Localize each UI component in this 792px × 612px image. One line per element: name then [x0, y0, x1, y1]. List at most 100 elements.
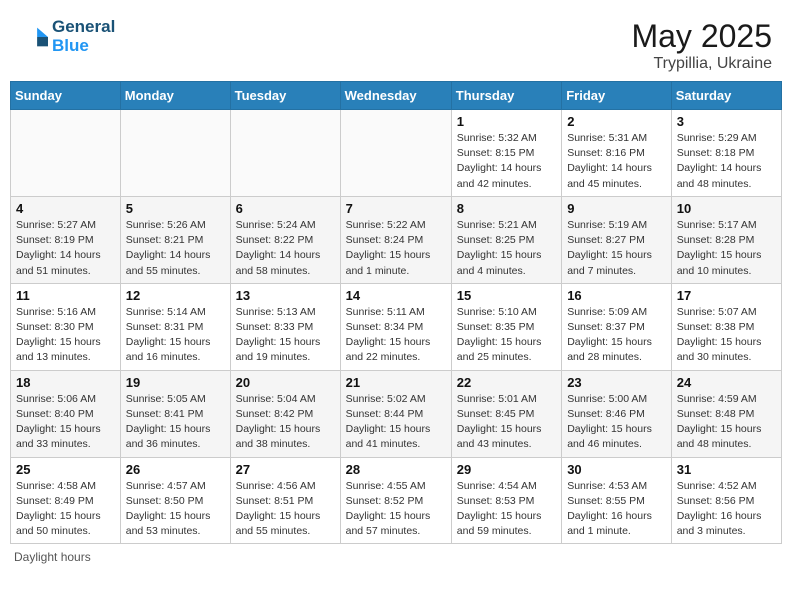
calendar-cell: 19 Sunrise: 5:05 AM Sunset: 8:41 PM Dayli… — [120, 370, 230, 457]
day-number: 29 — [457, 462, 556, 477]
calendar-cell: 20 Sunrise: 5:04 AM Sunset: 8:42 PM Dayli… — [230, 370, 340, 457]
day-info: Sunrise: 5:31 AM Sunset: 8:16 PM Dayligh… — [567, 131, 666, 192]
calendar-cell: 17Sunrise: 5:07 AM Sunset: 8:38 PM Dayli… — [671, 283, 781, 370]
day-info: Sunrise: 5:10 AM Sunset: 8:35 PM Dayligh… — [457, 305, 556, 366]
day-info: Sunrise: 5:14 AM Sunset: 8:31 PM Dayligh… — [126, 305, 225, 366]
day-info: Sunrise: 5:17 AM Sunset: 8:28 PM Dayligh… — [677, 218, 776, 279]
day-info: Sunrise: 5:19 AM Sunset: 8:27 PM Dayligh… — [567, 218, 666, 279]
day-info: Sunrise: 5:32 AM Sunset: 8:15 PM Dayligh… — [457, 131, 556, 192]
weekday-header-wednesday: Wednesday — [340, 82, 451, 110]
day-number: 1 — [457, 114, 556, 129]
calendar-week-1: 4 Sunrise: 5:27 AM Sunset: 8:19 PM Daylig… — [11, 196, 782, 283]
day-info: Sunrise: 4:57 AM Sunset: 8:50 PM Dayligh… — [126, 479, 225, 540]
location: Trypillia, Ukraine — [631, 55, 772, 73]
calendar-cell — [11, 110, 121, 197]
logo-text-general: General — [52, 18, 115, 37]
logo-icon — [20, 23, 48, 51]
day-number: 16 — [567, 288, 666, 303]
title-block: May 2025 Trypillia, Ukraine — [631, 18, 772, 73]
weekday-header-tuesday: Tuesday — [230, 82, 340, 110]
calendar-cell: 23 Sunrise: 5:00 AM Sunset: 8:46 PM Dayli… — [562, 370, 672, 457]
calendar-cell: 30Sunrise: 4:53 AM Sunset: 8:55 PM Dayli… — [562, 457, 672, 544]
calendar-cell: 13Sunrise: 5:13 AM Sunset: 8:33 PM Dayli… — [230, 283, 340, 370]
day-info: Sunrise: 5:24 AM Sunset: 8:22 PM Dayligh… — [236, 218, 335, 279]
logo: General Blue — [20, 18, 115, 55]
day-info: Sunrise: 5:22 AM Sunset: 8:24 PM Dayligh… — [346, 218, 446, 279]
day-info: Sunrise: 5:11 AM Sunset: 8:34 PM Dayligh… — [346, 305, 446, 366]
calendar-cell — [120, 110, 230, 197]
day-info: Sunrise: 5:29 AM Sunset: 8:18 PM Dayligh… — [677, 131, 776, 192]
calendar-cell: 27 Sunrise: 4:56 AM Sunset: 8:51 PM Dayli… — [230, 457, 340, 544]
day-info: Sunrise: 4:56 AM Sunset: 8:51 PM Dayligh… — [236, 479, 335, 540]
calendar-week-0: 1 Sunrise: 5:32 AM Sunset: 8:15 PM Daylig… — [11, 110, 782, 197]
day-number: 22 — [457, 375, 556, 390]
calendar-cell: 28Sunrise: 4:55 AM Sunset: 8:52 PM Dayli… — [340, 457, 451, 544]
day-number: 17 — [677, 288, 776, 303]
day-info: Sunrise: 5:27 AM Sunset: 8:19 PM Dayligh… — [16, 218, 115, 279]
day-number: 4 — [16, 201, 115, 216]
calendar-cell: 5Sunrise: 5:26 AM Sunset: 8:21 PM Daylig… — [120, 196, 230, 283]
day-info: Sunrise: 5:02 AM Sunset: 8:44 PM Dayligh… — [346, 392, 446, 453]
calendar-header-row: SundayMondayTuesdayWednesdayThursdayFrid… — [11, 82, 782, 110]
calendar-cell: 6 Sunrise: 5:24 AM Sunset: 8:22 PM Daylig… — [230, 196, 340, 283]
day-number: 14 — [346, 288, 446, 303]
day-info: Sunrise: 5:21 AM Sunset: 8:25 PM Dayligh… — [457, 218, 556, 279]
day-info: Sunrise: 5:06 AM Sunset: 8:40 PM Dayligh… — [16, 392, 115, 453]
page-header: General Blue May 2025 Trypillia, Ukraine — [10, 10, 782, 77]
calendar-cell: 31Sunrise: 4:52 AM Sunset: 8:56 PM Dayli… — [671, 457, 781, 544]
day-info: Sunrise: 5:04 AM Sunset: 8:42 PM Dayligh… — [236, 392, 335, 453]
calendar-cell: 14 Sunrise: 5:11 AM Sunset: 8:34 PM Dayli… — [340, 283, 451, 370]
weekday-header-saturday: Saturday — [671, 82, 781, 110]
day-number: 9 — [567, 201, 666, 216]
day-info: Sunrise: 4:53 AM Sunset: 8:55 PM Dayligh… — [567, 479, 666, 540]
day-number: 11 — [16, 288, 115, 303]
day-number: 10 — [677, 201, 776, 216]
day-info: Sunrise: 5:00 AM Sunset: 8:46 PM Dayligh… — [567, 392, 666, 453]
day-number: 6 — [236, 201, 335, 216]
calendar-cell: 9 Sunrise: 5:19 AM Sunset: 8:27 PM Daylig… — [562, 196, 672, 283]
calendar-cell: 4 Sunrise: 5:27 AM Sunset: 8:19 PM Daylig… — [11, 196, 121, 283]
calendar-cell: 2 Sunrise: 5:31 AM Sunset: 8:16 PM Daylig… — [562, 110, 672, 197]
calendar-cell: 22 Sunrise: 5:01 AM Sunset: 8:45 PM Dayli… — [451, 370, 561, 457]
day-number: 21 — [346, 375, 446, 390]
calendar-cell: 21 Sunrise: 5:02 AM Sunset: 8:44 PM Dayli… — [340, 370, 451, 457]
day-info: Sunrise: 5:01 AM Sunset: 8:45 PM Dayligh… — [457, 392, 556, 453]
weekday-header-thursday: Thursday — [451, 82, 561, 110]
day-number: 2 — [567, 114, 666, 129]
calendar-table: SundayMondayTuesdayWednesdayThursdayFrid… — [10, 81, 782, 544]
calendar-cell: 7Sunrise: 5:22 AM Sunset: 8:24 PM Daylig… — [340, 196, 451, 283]
day-number: 3 — [677, 114, 776, 129]
day-number: 15 — [457, 288, 556, 303]
day-info: Sunrise: 5:05 AM Sunset: 8:41 PM Dayligh… — [126, 392, 225, 453]
day-number: 12 — [126, 288, 225, 303]
calendar-cell: 11 Sunrise: 5:16 AM Sunset: 8:30 PM Dayli… — [11, 283, 121, 370]
calendar-cell: 26Sunrise: 4:57 AM Sunset: 8:50 PM Dayli… — [120, 457, 230, 544]
day-number: 31 — [677, 462, 776, 477]
day-number: 23 — [567, 375, 666, 390]
calendar-week-3: 18 Sunrise: 5:06 AM Sunset: 8:40 PM Dayli… — [11, 370, 782, 457]
weekday-header-sunday: Sunday — [11, 82, 121, 110]
day-info: Sunrise: 5:09 AM Sunset: 8:37 PM Dayligh… — [567, 305, 666, 366]
day-info: Sunrise: 4:59 AM Sunset: 8:48 PM Dayligh… — [677, 392, 776, 453]
day-number: 18 — [16, 375, 115, 390]
calendar-cell: 15 Sunrise: 5:10 AM Sunset: 8:35 PM Dayli… — [451, 283, 561, 370]
day-info: Sunrise: 5:16 AM Sunset: 8:30 PM Dayligh… — [16, 305, 115, 366]
calendar-week-2: 11 Sunrise: 5:16 AM Sunset: 8:30 PM Dayli… — [11, 283, 782, 370]
calendar-cell: 3 Sunrise: 5:29 AM Sunset: 8:18 PM Daylig… — [671, 110, 781, 197]
day-number: 25 — [16, 462, 115, 477]
day-number: 19 — [126, 375, 225, 390]
day-number: 13 — [236, 288, 335, 303]
day-number: 27 — [236, 462, 335, 477]
weekday-header-monday: Monday — [120, 82, 230, 110]
calendar-cell: 1 Sunrise: 5:32 AM Sunset: 8:15 PM Daylig… — [451, 110, 561, 197]
day-number: 20 — [236, 375, 335, 390]
day-number: 8 — [457, 201, 556, 216]
calendar-cell: 16 Sunrise: 5:09 AM Sunset: 8:37 PM Dayli… — [562, 283, 672, 370]
weekday-header-friday: Friday — [562, 82, 672, 110]
calendar-cell: 24Sunrise: 4:59 AM Sunset: 8:48 PM Dayli… — [671, 370, 781, 457]
day-info: Sunrise: 4:58 AM Sunset: 8:49 PM Dayligh… — [16, 479, 115, 540]
calendar-cell: 8 Sunrise: 5:21 AM Sunset: 8:25 PM Daylig… — [451, 196, 561, 283]
day-number: 28 — [346, 462, 446, 477]
calendar-cell: 10 Sunrise: 5:17 AM Sunset: 8:28 PM Dayli… — [671, 196, 781, 283]
calendar-cell: 12 Sunrise: 5:14 AM Sunset: 8:31 PM Dayli… — [120, 283, 230, 370]
